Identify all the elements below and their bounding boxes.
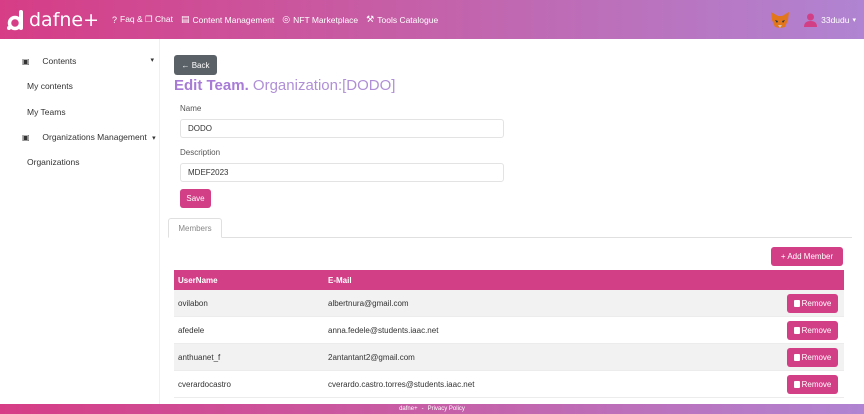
page-title-bold: Edit Team. bbox=[174, 77, 249, 94]
top-navbar: dafne+ ? Faq & ❒ Chat ▤ Content Manageme… bbox=[0, 0, 864, 39]
tools-icon: ⚒ bbox=[366, 14, 375, 24]
trash-icon bbox=[793, 381, 800, 388]
table-row: anthuanet_f 2antantant2@gmail.com Remove bbox=[174, 344, 844, 371]
table-row: ovilabon albertnura@gmail.com Remove bbox=[174, 290, 844, 317]
metamask-fox-icon[interactable] bbox=[770, 11, 790, 29]
footer-separator: - bbox=[421, 406, 424, 412]
tab-divider bbox=[168, 237, 852, 238]
content-icon: ▤ bbox=[181, 14, 190, 24]
nav-content-management[interactable]: ▤ Content Management bbox=[181, 14, 274, 25]
column-header-email[interactable]: E-Mail bbox=[328, 276, 728, 285]
nav-label: Faq & ❒ Chat bbox=[120, 14, 173, 24]
name-label: Name bbox=[180, 104, 202, 113]
add-member-button[interactable]: + Add Member bbox=[771, 247, 843, 266]
sidebar-item-label: Organizations Management bbox=[42, 132, 147, 142]
remove-label: Remove bbox=[801, 353, 832, 362]
cell-email: 2antantant2@gmail.com bbox=[328, 352, 415, 362]
remove-button[interactable]: Remove bbox=[787, 294, 838, 313]
cell-username: afedele bbox=[178, 325, 205, 335]
cell-email: anna.fedele@students.iaac.net bbox=[328, 325, 439, 335]
remove-button[interactable]: Remove bbox=[787, 348, 838, 367]
cell-username: ovilabon bbox=[178, 298, 208, 308]
footer-brand: dafne+ bbox=[399, 406, 418, 412]
user-avatar-icon bbox=[804, 13, 818, 27]
sidebar-item-organizations[interactable]: Organizations bbox=[27, 157, 79, 167]
book-icon: ▣ bbox=[22, 57, 30, 66]
description-field[interactable]: MDEF2023 bbox=[180, 163, 504, 182]
sidebar-item-my-teams[interactable]: My Teams bbox=[27, 107, 66, 117]
brand-name: dafne+ bbox=[29, 8, 100, 31]
tab-members[interactable]: Members bbox=[168, 218, 222, 238]
main-content: ← Back Edit Team. Organization:[DODO] Na… bbox=[160, 39, 864, 404]
remove-button[interactable]: Remove bbox=[787, 375, 838, 394]
table-row: cverardocastro cverardo.castro.torres@st… bbox=[174, 371, 844, 398]
table-row: afedele anna.fedele@students.iaac.net Re… bbox=[174, 317, 844, 344]
description-label: Description bbox=[180, 148, 221, 157]
sidebar-item-label: Contents bbox=[42, 56, 77, 66]
save-button[interactable]: Save bbox=[180, 189, 211, 208]
remove-label: Remove bbox=[801, 326, 832, 335]
cell-username: anthuanet_f bbox=[178, 352, 221, 362]
nav-faq-chat[interactable]: ? Faq & ❒ Chat bbox=[112, 14, 173, 25]
cell-email: cverardo.castro.torres@students.iaac.net bbox=[328, 379, 475, 389]
cell-email: albertnura@gmail.com bbox=[328, 298, 409, 308]
nft-icon: ◎ bbox=[282, 14, 291, 24]
footer: dafne+ - Privacy Policy bbox=[0, 404, 864, 414]
trash-icon bbox=[793, 327, 800, 334]
nav-tools-catalogue[interactable]: ⚒ Tools Catalogue bbox=[366, 14, 438, 25]
sidebar-item-contents[interactable]: ▣ Contents ▾ bbox=[22, 56, 156, 66]
sidebar-item-my-contents[interactable]: My contents bbox=[27, 81, 73, 91]
dafne-logo-icon bbox=[7, 9, 23, 30]
trash-icon bbox=[793, 354, 800, 361]
nav-label: NFT Marketplace bbox=[293, 14, 359, 25]
name-field[interactable]: DODO bbox=[180, 119, 504, 138]
back-button[interactable]: ← Back bbox=[174, 55, 217, 75]
trash-icon bbox=[793, 300, 800, 307]
column-header-username[interactable]: UserName bbox=[174, 276, 328, 285]
sidebar-item-organizations-management[interactable]: ▣ Organizations Management ▾ bbox=[22, 132, 156, 142]
sidebar: ▣ Contents ▾ My contents My Teams ▣ Orga… bbox=[0, 39, 160, 404]
remove-label: Remove bbox=[801, 299, 832, 308]
page-title: Edit Team. Organization:[DODO] bbox=[174, 77, 395, 94]
page-title-organization: Organization:[DODO] bbox=[248, 77, 396, 94]
user-menu[interactable]: 33dudu ▾ bbox=[804, 13, 856, 27]
question-icon: ? bbox=[112, 14, 118, 25]
members-table: UserName E-Mail ovilabon albertnura@gmai… bbox=[174, 270, 844, 398]
building-icon: ▣ bbox=[22, 133, 30, 142]
cell-username: cverardocastro bbox=[178, 379, 231, 389]
remove-label: Remove bbox=[801, 380, 832, 389]
privacy-policy-link[interactable]: Privacy Policy bbox=[428, 406, 465, 412]
table-header: UserName E-Mail bbox=[174, 270, 844, 290]
user-name: 33dudu bbox=[821, 14, 850, 25]
chevron-down-icon: ▾ bbox=[152, 135, 156, 142]
chevron-down-icon: ▾ bbox=[150, 57, 154, 64]
chevron-down-icon: ▾ bbox=[852, 16, 856, 24]
brand-logo[interactable]: dafne+ bbox=[6, 9, 110, 31]
nav-label: Content Management bbox=[192, 14, 275, 25]
remove-button[interactable]: Remove bbox=[787, 321, 838, 340]
nav-label: Tools Catalogue bbox=[377, 14, 439, 25]
nav-nft-marketplace[interactable]: ◎ NFT Marketplace bbox=[282, 14, 358, 25]
